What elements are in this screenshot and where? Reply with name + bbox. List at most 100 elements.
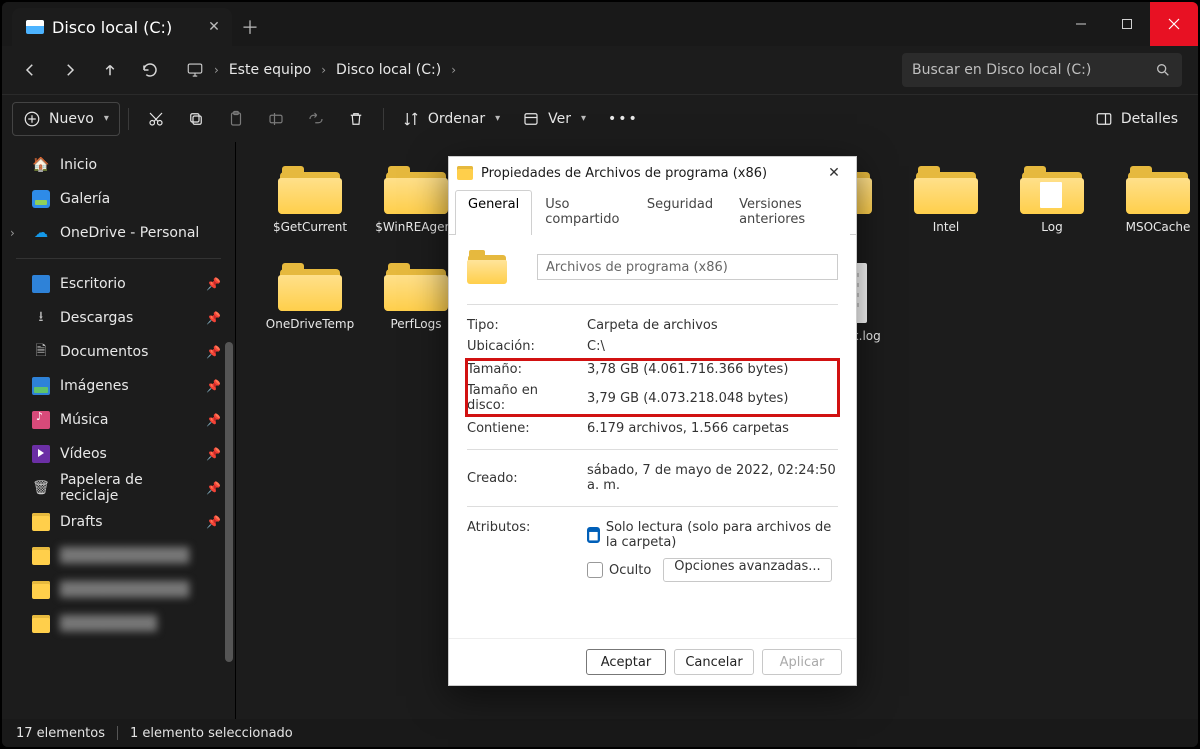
- sidebar-item-home[interactable]: 🏠Inicio: [6, 148, 231, 182]
- row-location-value: C:\: [587, 339, 838, 354]
- breadcrumb-current[interactable]: Disco local (C:): [332, 62, 445, 78]
- details-pane-button[interactable]: Detalles: [1085, 102, 1188, 136]
- search-input[interactable]: Buscar en Disco local (C:): [902, 53, 1182, 87]
- view-icon: [522, 110, 540, 128]
- sidebar-item-blurred[interactable]: ████████████: [6, 539, 231, 573]
- row-location-key: Ubicación:: [467, 339, 577, 354]
- ok-button[interactable]: Aceptar: [586, 649, 666, 675]
- more-button[interactable]: •••: [598, 102, 649, 136]
- pin-icon: 📌: [206, 515, 221, 529]
- sidebar-item-label: Drafts: [60, 514, 103, 530]
- breadcrumb-root[interactable]: Este equipo: [225, 62, 315, 78]
- pin-icon: 📌: [206, 345, 221, 359]
- sidebar-item-label: Galería: [60, 191, 110, 207]
- folder-item[interactable]: OneDriveTemp: [260, 259, 360, 348]
- sidebar-item-gallery[interactable]: Galería: [6, 182, 231, 216]
- share-button[interactable]: [297, 102, 335, 136]
- folder-icon: [32, 581, 50, 599]
- chevron-right-icon[interactable]: ›: [447, 63, 460, 77]
- titlebar-drag[interactable]: [268, 2, 1058, 46]
- readonly-checkbox[interactable]: ■: [587, 527, 600, 543]
- item-label: OneDriveTemp: [266, 317, 354, 332]
- cancel-button[interactable]: Cancelar: [674, 649, 754, 675]
- sidebar-item-label: Descargas: [60, 310, 133, 326]
- readonly-label: Solo lectura (solo para archivos de la c…: [606, 520, 838, 550]
- statusbar: 17 elementos 1 elemento seleccionado: [2, 719, 1198, 747]
- sidebar-item-videos[interactable]: Vídeos📌: [6, 437, 231, 471]
- chevron-right-icon[interactable]: ›: [10, 226, 15, 240]
- new-button[interactable]: Nuevo ▾: [12, 102, 120, 136]
- tab-security[interactable]: Seguridad: [634, 190, 726, 235]
- minimize-button[interactable]: [1058, 2, 1104, 46]
- tab-previous[interactable]: Versiones anteriores: [726, 190, 850, 235]
- maximize-button[interactable]: [1104, 2, 1150, 46]
- back-button[interactable]: [12, 52, 48, 88]
- sidebar-item-label: ████████████: [60, 582, 189, 598]
- tab-title: Disco local (C:): [52, 18, 172, 37]
- folder-name-field[interactable]: Archivos de programa (x86): [537, 254, 838, 280]
- sidebar-item-drafts[interactable]: Drafts 📌: [6, 505, 231, 539]
- sidebar-item-documents[interactable]: 🗎Documentos📌: [6, 335, 231, 369]
- sort-label: Ordenar: [428, 111, 485, 127]
- refresh-button[interactable]: [132, 52, 168, 88]
- tab-close-icon[interactable]: ✕: [204, 17, 224, 37]
- window-tab[interactable]: Disco local (C:) ✕: [12, 8, 232, 46]
- folder-icon: [32, 513, 50, 531]
- forward-button[interactable]: [52, 52, 88, 88]
- delete-button[interactable]: [337, 102, 375, 136]
- tab-sharing[interactable]: Uso compartido: [532, 190, 634, 235]
- dialog-title: Propiedades de Archivos de programa (x86…: [481, 166, 767, 181]
- sidebar-item-recycle[interactable]: 🗑Papelera de reciclaje📌: [6, 471, 231, 505]
- cut-button[interactable]: [137, 102, 175, 136]
- dialog-titlebar[interactable]: Propiedades de Archivos de programa (x86…: [449, 157, 856, 189]
- dialog-body: Archivos de programa (x86) Tipo:Carpeta …: [449, 235, 856, 638]
- recycle-icon: 🗑: [32, 479, 50, 497]
- chevron-down-icon: ▾: [581, 113, 586, 124]
- copy-button[interactable]: [177, 102, 215, 136]
- rename-button[interactable]: [257, 102, 295, 136]
- new-tab-button[interactable]: ＋: [232, 8, 268, 46]
- document-icon: 🗎: [32, 343, 50, 361]
- status-count: 17 elementos: [16, 726, 105, 741]
- folder-item[interactable]: MSOCache: [1108, 162, 1198, 239]
- tab-general[interactable]: General: [455, 190, 532, 235]
- sidebar-item-pictures[interactable]: Imágenes📌: [6, 369, 231, 403]
- folder-icon: [32, 547, 50, 565]
- cut-icon: [147, 110, 165, 128]
- pin-icon: 📌: [206, 447, 221, 461]
- folder-item[interactable]: $GetCurrent: [260, 162, 360, 239]
- sidebar-item-onedrive[interactable]: ›☁OneDrive - Personal: [6, 216, 231, 250]
- paste-button[interactable]: [217, 102, 255, 136]
- sort-icon: [402, 110, 420, 128]
- sidebar-item-music[interactable]: Música📌: [6, 403, 231, 437]
- sidebar-item-blurred[interactable]: ████████████: [6, 573, 231, 607]
- row-type-value: Carpeta de archivos: [587, 318, 838, 333]
- share-icon: [307, 110, 325, 128]
- sidebar-scrollbar[interactable]: [223, 142, 235, 719]
- chevron-right-icon[interactable]: ›: [317, 63, 330, 77]
- details-label: Detalles: [1121, 111, 1178, 127]
- view-button[interactable]: Ver ▾: [512, 102, 596, 136]
- folder-icon: [914, 166, 978, 214]
- dialog-close-button[interactable]: ✕: [820, 159, 848, 187]
- sidebar-item-downloads[interactable]: ⭳Descargas📌: [6, 301, 231, 335]
- folder-icon: [1126, 166, 1190, 214]
- close-button[interactable]: [1150, 2, 1198, 46]
- apply-button[interactable]: Aplicar: [762, 649, 842, 675]
- up-button[interactable]: [92, 52, 128, 88]
- sidebar-item-label: Música: [60, 412, 108, 428]
- sidebar-item-blurred[interactable]: █████████: [6, 607, 231, 641]
- dialog-tabs: General Uso compartido Seguridad Version…: [449, 189, 856, 235]
- hidden-checkbox[interactable]: [587, 562, 603, 578]
- sort-button[interactable]: Ordenar ▾: [392, 102, 510, 136]
- breadcrumb[interactable]: › Este equipo › Disco local (C:) ›: [176, 53, 466, 87]
- folder-icon: [384, 166, 448, 214]
- drive-icon: [26, 20, 44, 34]
- folder-item[interactable]: Log: [1002, 162, 1102, 239]
- folder-item[interactable]: Intel: [896, 162, 996, 239]
- advanced-button[interactable]: Opciones avanzadas...: [663, 558, 831, 582]
- video-icon: [32, 445, 50, 463]
- sidebar-item-label: ████████████: [60, 548, 189, 564]
- sidebar-item-desktop[interactable]: Escritorio📌: [6, 267, 231, 301]
- chevron-right-icon[interactable]: ›: [210, 63, 223, 77]
